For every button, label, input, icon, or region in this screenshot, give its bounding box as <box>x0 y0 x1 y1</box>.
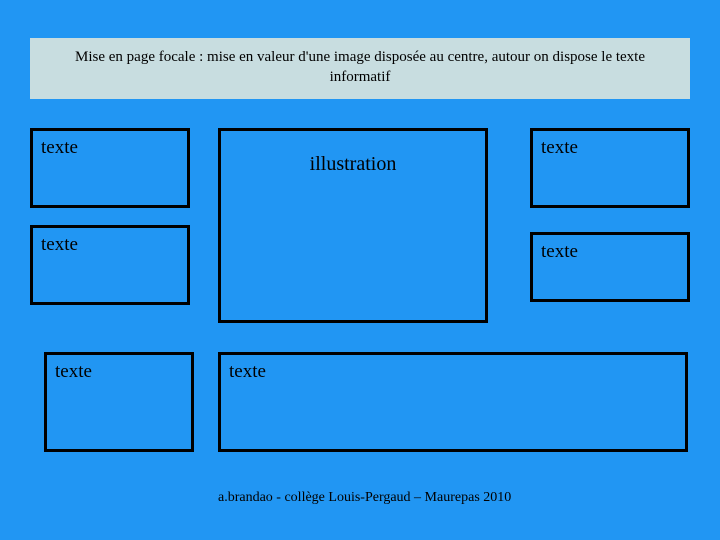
illustration-box: illustration <box>218 128 488 323</box>
text-box-middle-left: texte <box>30 225 190 305</box>
text-box-bottom-left: texte <box>44 352 194 452</box>
text-box-top-left: texte <box>30 128 190 208</box>
text-box-middle-right: texte <box>530 232 690 302</box>
header-caption: Mise en page focale : mise en valeur d'u… <box>30 38 690 99</box>
text-box-bottom-wide: texte <box>218 352 688 452</box>
footer-credit: a.brandao - collège Louis-Pergaud – Maur… <box>218 490 511 506</box>
text-box-top-right: texte <box>530 128 690 208</box>
